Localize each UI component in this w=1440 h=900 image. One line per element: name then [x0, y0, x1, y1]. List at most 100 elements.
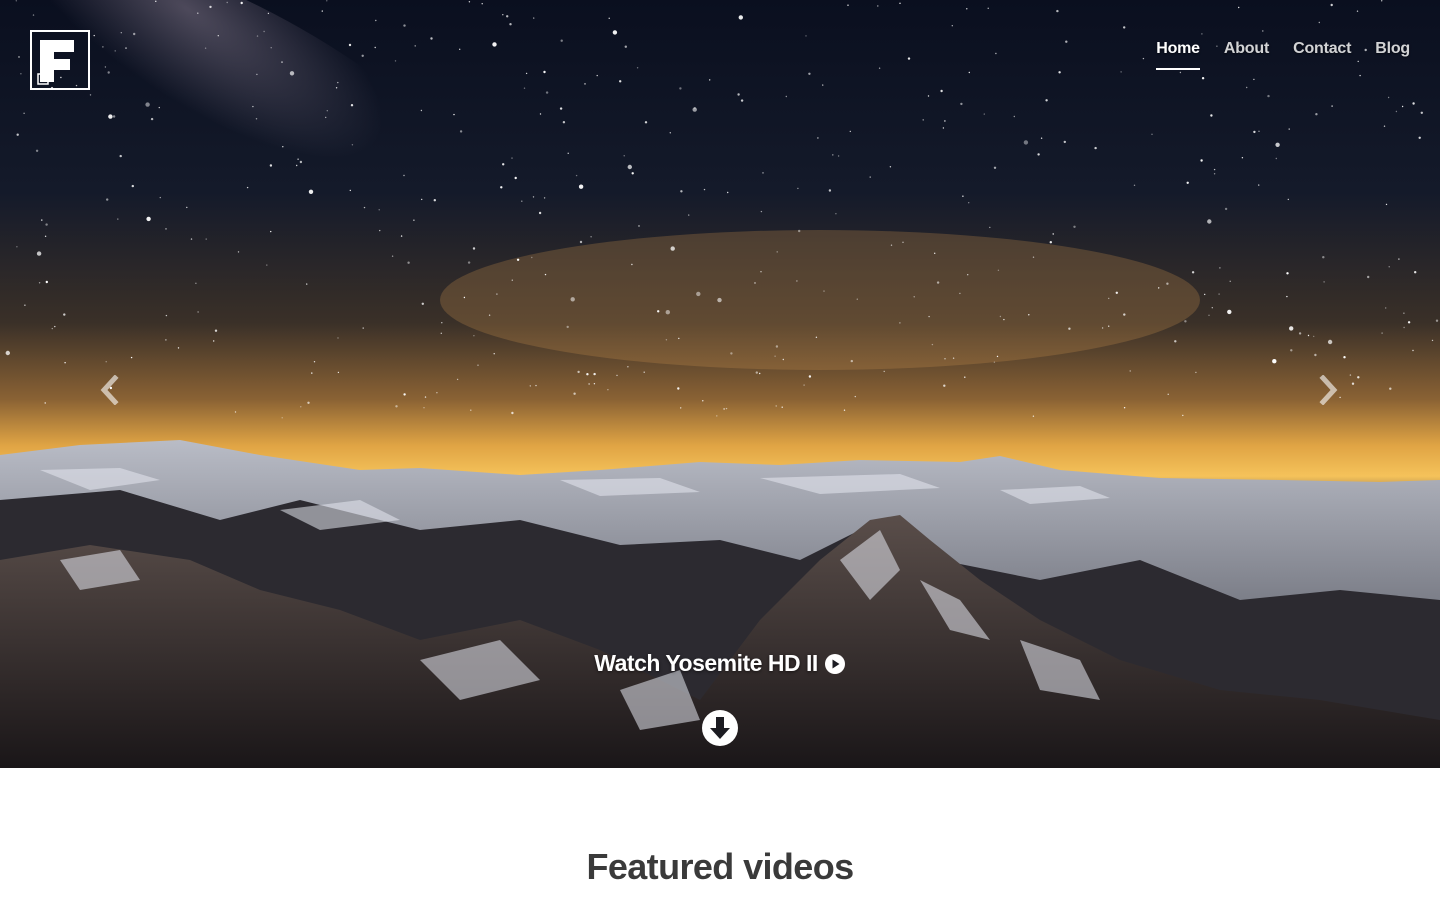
- star: [529, 385, 531, 387]
- star: [832, 154, 834, 156]
- star: [1262, 30, 1264, 32]
- star: [1318, 21, 1321, 24]
- star: [837, 155, 840, 157]
- star: [1238, 6, 1240, 9]
- star: [1037, 153, 1040, 156]
- star: [623, 155, 625, 157]
- star: [511, 411, 514, 415]
- star: [433, 199, 436, 202]
- star: [1073, 225, 1076, 228]
- star: [962, 195, 964, 197]
- star: [441, 322, 443, 324]
- star: [256, 35, 259, 37]
- star: [1275, 157, 1278, 160]
- star: [440, 332, 442, 334]
- star: [321, 10, 323, 12]
- star: [195, 282, 197, 284]
- star: [509, 23, 512, 26]
- star: [738, 15, 743, 20]
- watch-video-link[interactable]: Watch Yosemite HD II: [594, 650, 845, 677]
- star: [1056, 9, 1059, 13]
- star: [453, 113, 455, 116]
- star: [1224, 207, 1228, 211]
- star: [669, 132, 671, 134]
- star: [255, 118, 258, 120]
- star: [234, 411, 237, 413]
- site-logo[interactable]: [30, 30, 90, 90]
- star: [532, 196, 535, 198]
- star: [808, 375, 812, 378]
- nav-item-home[interactable]: Home: [1156, 40, 1200, 70]
- star: [1323, 281, 1325, 283]
- star: [849, 130, 851, 133]
- star: [643, 371, 645, 373]
- star: [246, 186, 249, 189]
- star: [636, 67, 639, 69]
- star: [270, 47, 272, 49]
- star: [1049, 241, 1053, 244]
- star: [1351, 382, 1355, 385]
- star: [1123, 407, 1126, 409]
- star: [1385, 307, 1387, 309]
- carousel-prev-button[interactable]: [90, 370, 130, 410]
- star: [363, 206, 366, 209]
- star: [762, 172, 764, 174]
- star: [1313, 335, 1315, 338]
- star: [414, 45, 416, 47]
- star: [1182, 414, 1184, 417]
- star: [543, 197, 546, 199]
- star: [54, 325, 56, 328]
- star: [1407, 321, 1411, 324]
- nav-item-contact[interactable]: Contact: [1293, 40, 1351, 70]
- star: [1184, 320, 1187, 323]
- star: [677, 387, 680, 390]
- star: [477, 364, 479, 366]
- star: [456, 378, 459, 381]
- star: [989, 226, 991, 229]
- star: [995, 52, 997, 55]
- star: [934, 252, 936, 254]
- star: [544, 273, 547, 276]
- star: [1123, 26, 1126, 29]
- star: [500, 186, 503, 189]
- star: [531, 256, 533, 259]
- star: [657, 310, 660, 313]
- star: [781, 406, 783, 408]
- star: [1385, 203, 1388, 206]
- star: [1200, 159, 1203, 162]
- star: [535, 384, 537, 387]
- brand-f-logo-icon: [37, 40, 74, 85]
- nav-item-about[interactable]: About: [1224, 40, 1269, 70]
- star: [217, 35, 219, 37]
- star: [627, 366, 629, 368]
- carousel-next-button[interactable]: [1308, 370, 1348, 410]
- star: [665, 310, 670, 315]
- star: [1023, 140, 1029, 145]
- star: [1211, 307, 1214, 309]
- star: [204, 47, 207, 49]
- star: [775, 405, 777, 407]
- star: [64, 362, 66, 364]
- star: [808, 72, 811, 76]
- star: [1287, 198, 1290, 201]
- nav-item-blog[interactable]: Blog: [1375, 40, 1410, 70]
- scroll-down-button[interactable]: [701, 709, 739, 747]
- star: [1414, 271, 1417, 274]
- star: [1065, 40, 1068, 43]
- star: [1286, 295, 1288, 298]
- star: [361, 54, 364, 57]
- star: [125, 47, 127, 49]
- star: [1401, 105, 1404, 108]
- star: [114, 50, 116, 52]
- star: [112, 115, 116, 118]
- star: [835, 213, 837, 215]
- star: [240, 1, 243, 5]
- star: [378, 209, 380, 211]
- star: [337, 337, 339, 339]
- star: [822, 84, 824, 86]
- star: [902, 241, 904, 243]
- star: [889, 166, 892, 168]
- star: [966, 8, 968, 10]
- star: [1058, 71, 1061, 74]
- star: [588, 383, 590, 385]
